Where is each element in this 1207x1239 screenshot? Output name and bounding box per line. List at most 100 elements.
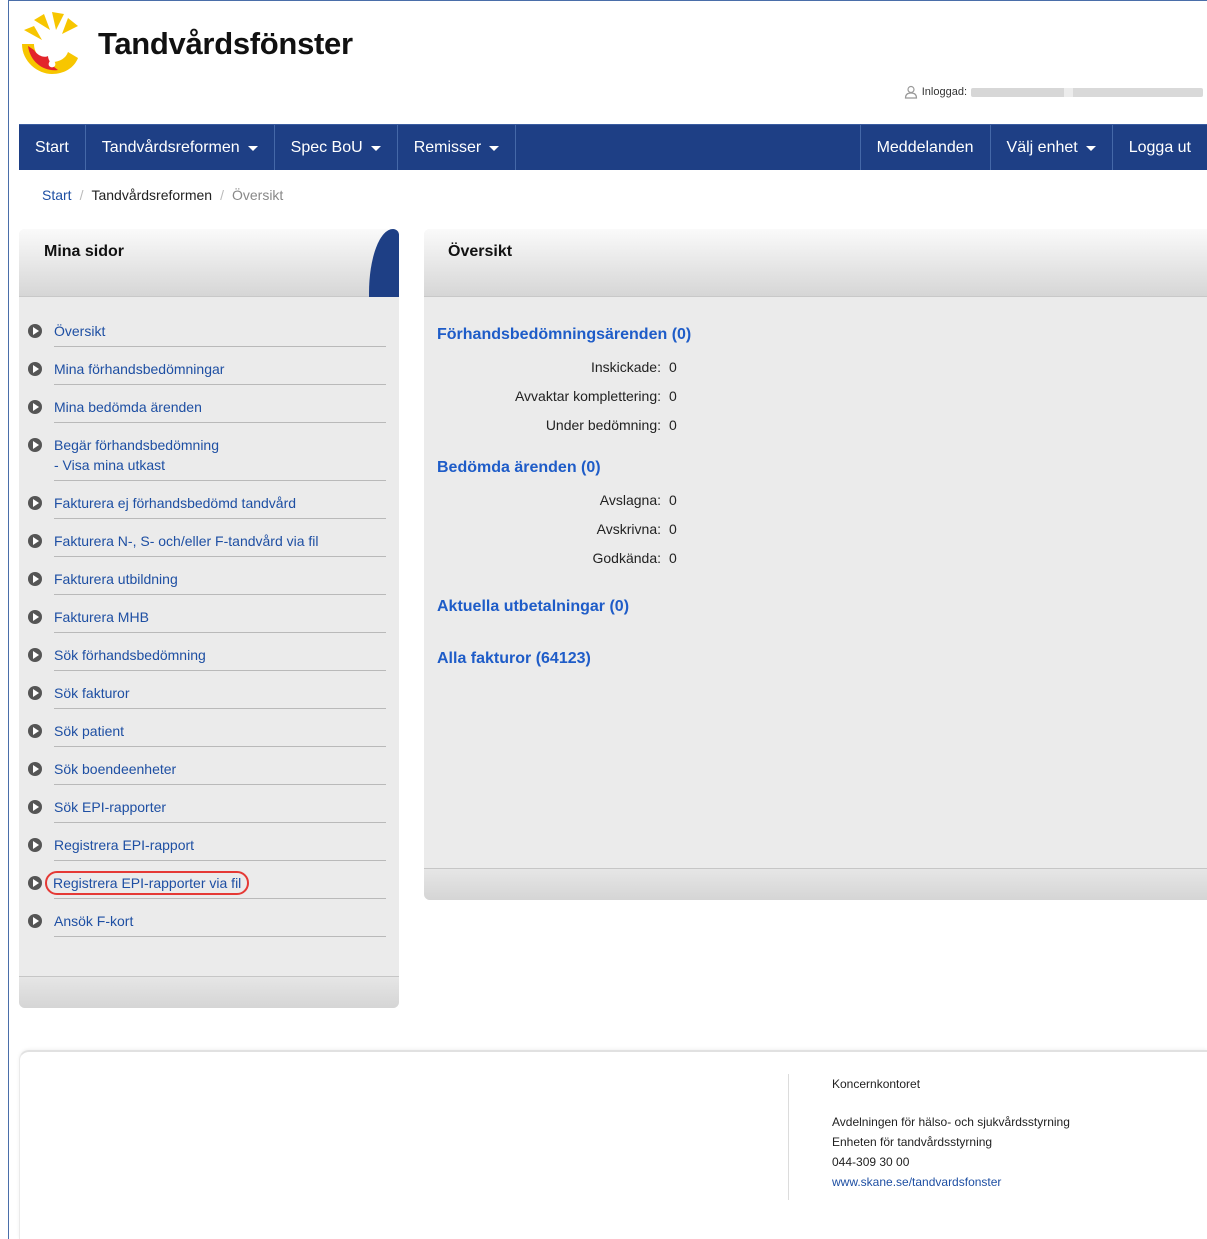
play-circle-icon xyxy=(28,534,42,548)
sidebar-item-label: Registrera EPI-rapport xyxy=(54,833,386,861)
window-border-top xyxy=(8,0,1207,1)
sidebar-header-tab-decoration xyxy=(369,229,399,297)
footer-org: Koncernkontoret xyxy=(832,1077,921,1091)
sidebar-item-begar-forhandsbedomning[interactable]: Begär förhandsbedömning - Visa mina utkas… xyxy=(28,433,399,481)
sidebar-item-fakturera-mhb[interactable]: Fakturera MHB xyxy=(28,605,399,633)
play-circle-icon xyxy=(28,400,42,414)
sidebar-mina-sidor: Mina sidor Översikt Mina förhandsbedömni… xyxy=(19,229,399,1008)
footer-contact: Koncernkontoret Avdelningen för hälso- o… xyxy=(832,1074,1070,1192)
sidebar-item-registrera-epi-rapporter-via-fil[interactable]: Registrera EPI-rapporter via fil xyxy=(28,871,399,899)
sidebar-item-fakturera-utbildning[interactable]: Fakturera utbildning xyxy=(28,567,399,595)
stat-row-avskrivna: Avskrivna: 0 xyxy=(437,514,1207,543)
play-circle-icon xyxy=(28,724,42,738)
sidebar-item-sok-fakturor[interactable]: Sök fakturor xyxy=(28,681,399,709)
logged-in-info: Inloggad: xyxy=(904,85,1203,99)
stat-value: 0 xyxy=(669,416,677,433)
footer-website-link[interactable]: www.skane.se/tandvardsfonster xyxy=(832,1172,1070,1192)
sidebar-item-oversikt[interactable]: Översikt xyxy=(28,319,399,347)
footer-department: Avdelningen för hälso- och sjukvårdsstyr… xyxy=(832,1115,1070,1129)
nav-remisser-menu[interactable]: Remisser xyxy=(398,125,517,170)
sidebar-item-label: Ansök F-kort xyxy=(54,909,386,937)
nav-start-label: Start xyxy=(35,138,69,156)
caret-down-icon xyxy=(247,146,258,151)
play-circle-icon xyxy=(28,496,42,510)
sidebar-item-label[interactable]: Begär förhandsbedömning xyxy=(54,435,386,455)
sidebar-item-ansok-f-kort[interactable]: Ansök F-kort xyxy=(28,909,399,937)
sidebar-item-fakturera-via-fil[interactable]: Fakturera N-, S- och/eller F-tandvård vi… xyxy=(28,529,399,557)
overview-footer-bar xyxy=(424,868,1207,900)
sidebar-item-label: Mina förhandsbedömningar xyxy=(54,357,386,385)
play-circle-icon xyxy=(28,324,42,338)
overview-header: Översikt xyxy=(424,229,1207,297)
caret-down-icon xyxy=(489,146,500,151)
breadcrumb: Start / Tandvårdsreformen / Översikt xyxy=(42,187,283,203)
section-aktuella-utbetalningar-link[interactable]: Aktuella utbetalningar (0) xyxy=(437,598,629,616)
breadcrumb-separator: / xyxy=(79,187,84,203)
play-circle-icon xyxy=(28,876,42,890)
sidebar-item-fakturera-ej-forhandsbedomd[interactable]: Fakturera ej förhandsbedömd tandvård xyxy=(28,491,399,519)
region-skane-logo-icon xyxy=(22,12,78,74)
stat-value: 0 xyxy=(669,491,677,508)
play-circle-icon xyxy=(28,438,42,452)
sidebar-menu: Översikt Mina förhandsbedömningar Mina b… xyxy=(19,297,399,937)
stat-row-avvaktar-komplettering: Avvaktar komplettering: 0 xyxy=(437,381,1207,410)
stat-row-under-bedomning: Under bedömning: 0 xyxy=(437,410,1207,439)
sidebar-item-sok-patient[interactable]: Sök patient xyxy=(28,719,399,747)
play-circle-icon xyxy=(28,362,42,376)
breadcrumb-start-link[interactable]: Start xyxy=(42,187,72,203)
section-alla-fakturor-link[interactable]: Alla fakturor (64123) xyxy=(437,650,591,668)
stat-label: Avvaktar komplettering: xyxy=(514,387,661,404)
stat-value: 0 xyxy=(669,358,677,375)
breadcrumb-current: Översikt xyxy=(231,187,284,203)
stat-row-inskickade: Inskickade: 0 xyxy=(437,352,1207,381)
nav-tandvardsreformen-menu[interactable]: Tandvårdsreformen xyxy=(86,125,275,170)
nav-remisser-label: Remisser xyxy=(413,138,482,156)
section-bedomda-arenden-link[interactable]: Bedömda ärenden (0) xyxy=(437,459,601,477)
window-border-left xyxy=(8,0,9,1239)
stat-value: 0 xyxy=(669,549,677,566)
play-circle-icon xyxy=(28,838,42,852)
sidebar-item-sok-epi-rapporter[interactable]: Sök EPI-rapporter xyxy=(28,795,399,823)
play-circle-icon xyxy=(28,800,42,814)
sidebar-item-label: Fakturera utbildning xyxy=(54,567,386,595)
sidebar-item-label: Sök patient xyxy=(54,719,386,747)
stat-label: Avskrivna: xyxy=(596,520,661,537)
nav-logga-ut-label: Logga ut xyxy=(1128,138,1191,156)
breadcrumb-tandvardsreformen[interactable]: Tandvårdsreformen xyxy=(91,187,212,203)
user-icon xyxy=(904,85,917,99)
nav-valj-enhet-label: Välj enhet xyxy=(1006,138,1078,156)
play-circle-icon xyxy=(28,762,42,776)
highlight-circle: Registrera EPI-rapporter via fil xyxy=(45,871,250,895)
sidebar-item-label-group: Begär förhandsbedömning - Visa mina utkas… xyxy=(54,433,386,481)
stat-row-godkanda: Godkända: 0 xyxy=(437,543,1207,572)
play-circle-icon xyxy=(28,572,42,586)
sidebar-item-registrera-epi-rapport[interactable]: Registrera EPI-rapport xyxy=(28,833,399,861)
play-circle-icon xyxy=(28,648,42,662)
footer-unit: Enheten för tandvårdsstyrning xyxy=(832,1135,993,1149)
nav-start[interactable]: Start xyxy=(19,125,86,170)
sidebar-item-label: Sök EPI-rapporter xyxy=(54,795,386,823)
sidebar-item-sok-forhandsbedomning[interactable]: Sök förhandsbedömning xyxy=(28,643,399,671)
sidebar-item-mina-bedomda-arenden[interactable]: Mina bedömda ärenden xyxy=(28,395,399,423)
sidebar-item-label: Sök fakturor xyxy=(54,681,386,709)
app-title: Tandvårdsfönster xyxy=(98,26,353,61)
nav-logga-ut[interactable]: Logga ut xyxy=(1111,125,1207,170)
nav-spec-bou-menu[interactable]: Spec BoU xyxy=(275,125,398,170)
stat-row-avslagna: Avslagna: 0 xyxy=(437,485,1207,514)
stat-label: Avslagna: xyxy=(599,491,661,508)
main-navbar: Start Tandvårdsreformen Spec BoU Remisse… xyxy=(19,124,1207,170)
sidebar-item-mina-forhandsbedomningar[interactable]: Mina förhandsbedömningar xyxy=(28,357,399,385)
nav-valj-enhet-menu[interactable]: Välj enhet xyxy=(989,125,1112,170)
sidebar-subitem-visa-mina-utkast[interactable]: - Visa mina utkast xyxy=(54,455,386,475)
sidebar-item-label-wrap: Registrera EPI-rapporter via fil xyxy=(45,871,386,899)
nav-meddelanden[interactable]: Meddelanden xyxy=(859,125,990,170)
stat-label: Under bedömning: xyxy=(545,416,661,433)
section-forhandsbedomningsarenden-link[interactable]: Förhandsbedömningsärenden (0) xyxy=(437,326,691,344)
stat-value: 0 xyxy=(669,387,677,404)
nav-spec-bou-label: Spec BoU xyxy=(290,138,363,156)
caret-down-icon xyxy=(1085,146,1096,151)
sidebar-item-label: Fakturera N-, S- och/eller F-tandvård vi… xyxy=(54,529,386,557)
logged-in-user-redacted xyxy=(971,87,1203,97)
overview-title: Översikt xyxy=(448,243,513,260)
sidebar-item-sok-boendeenheter[interactable]: Sök boendeenheter xyxy=(28,757,399,785)
